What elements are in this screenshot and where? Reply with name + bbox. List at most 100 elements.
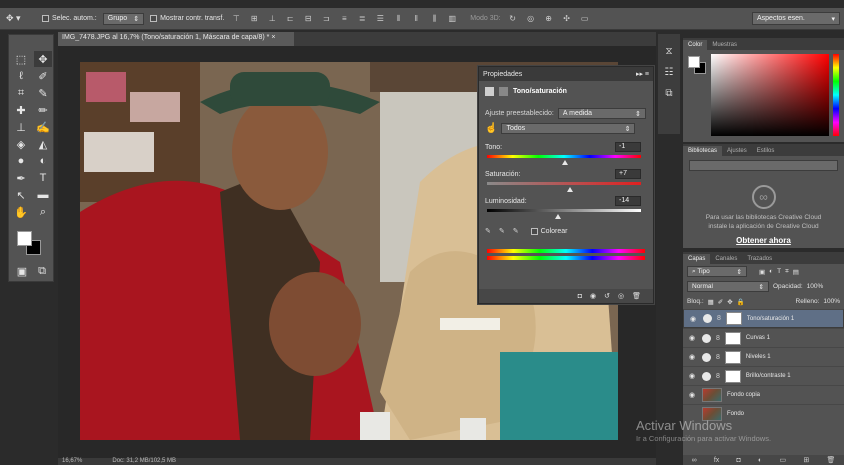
- layer-mask-thumbnail[interactable]: [724, 369, 741, 383]
- panel-menu-icon[interactable]: ▸▸ ≡: [636, 70, 649, 78]
- visibility-eye-icon[interactable]: ◉: [689, 334, 697, 342]
- quick-mask-icon[interactable]: ▣: [13, 263, 31, 279]
- lock-transparent-icon[interactable]: ▦: [708, 298, 714, 306]
- distribute-bottom-icon[interactable]: ☰: [374, 13, 386, 25]
- zoom-tool-icon[interactable]: ⌕: [34, 204, 52, 220]
- move-tool-preset-icon[interactable]: ✥ ▾: [6, 12, 36, 26]
- saturation-field[interactable]: +7: [615, 169, 641, 179]
- distribute-hcenter-icon[interactable]: ‖: [410, 13, 422, 25]
- targeted-adjustment-icon[interactable]: ☝: [485, 123, 497, 134]
- reset-icon[interactable]: ↺: [604, 292, 610, 300]
- healing-brush-tool-icon[interactable]: ✚: [12, 102, 30, 118]
- distribute-top-icon[interactable]: ≡: [338, 13, 350, 25]
- lock-all-icon[interactable]: 🔒: [737, 298, 745, 306]
- auto-align-icon[interactable]: ▥: [446, 13, 458, 25]
- fx-icon[interactable]: fx: [714, 457, 719, 464]
- slide-3d-icon[interactable]: ✣: [561, 13, 573, 25]
- tab-color[interactable]: Color: [683, 40, 708, 50]
- hue-field[interactable]: -1: [615, 142, 641, 152]
- layer-filter-select[interactable]: ⌕ Tipo ⇕: [687, 266, 747, 277]
- pen-tool-icon[interactable]: ✒: [12, 170, 30, 186]
- layer-row[interactable]: ◉ 8 Niveles 1: [683, 347, 844, 366]
- document-tab[interactable]: IMG_7478.JPG al 16,7% (Tono/saturación 1…: [58, 32, 294, 46]
- distribute-right-icon[interactable]: ⫼: [428, 13, 440, 25]
- rotate-3d-icon[interactable]: ↻: [507, 13, 519, 25]
- visibility-eye-icon[interactable]: ◉: [689, 353, 697, 361]
- filter-type-icon[interactable]: T: [777, 268, 781, 275]
- visibility-eye-icon[interactable]: ◉: [690, 315, 698, 323]
- hue-slider[interactable]: [487, 155, 641, 165]
- blend-mode-select[interactable]: Normal ⇕: [687, 281, 769, 292]
- align-top-icon[interactable]: ⊤: [230, 13, 242, 25]
- group-select[interactable]: Grupo ⇕: [102, 12, 145, 25]
- visibility-eye-icon[interactable]: ◉: [689, 372, 697, 380]
- eyedropper-tool-icon[interactable]: ✎: [34, 85, 52, 101]
- eyedropper-minus-icon[interactable]: ✎: [513, 227, 519, 235]
- layer-mask-thumbnail[interactable]: [724, 350, 741, 364]
- mask-icon[interactable]: [499, 87, 508, 96]
- delete-icon[interactable]: 🗑: [632, 292, 641, 300]
- layer-mask-thumbnail[interactable]: [725, 312, 742, 325]
- tab-libraries[interactable]: Bibliotecas: [683, 146, 723, 156]
- blur-tool-icon[interactable]: ●: [12, 153, 30, 169]
- brush-tool-icon[interactable]: ✏: [34, 102, 52, 118]
- eraser-tool-icon[interactable]: ◈: [12, 136, 30, 152]
- distribute-left-icon[interactable]: ⫴: [392, 13, 404, 25]
- layer-mask-thumbnail[interactable]: [724, 331, 741, 345]
- saturation-slider[interactable]: [487, 182, 641, 192]
- screen-mode-icon[interactable]: ⧉: [33, 263, 51, 279]
- tab-styles[interactable]: Estilos: [752, 146, 780, 156]
- marquee-tool-icon[interactable]: ⬚: [12, 51, 30, 67]
- info-icon[interactable]: ⧉: [665, 88, 672, 99]
- zoom-level[interactable]: 16,67%: [62, 458, 82, 465]
- paint-bucket-tool-icon[interactable]: ◭: [34, 136, 52, 152]
- view-previous-icon[interactable]: ◉: [590, 292, 596, 300]
- adjustment-icon[interactable]: [485, 87, 494, 96]
- type-tool-icon[interactable]: T: [34, 170, 52, 186]
- add-mask-icon[interactable]: ◘: [737, 457, 741, 464]
- channel-select[interactable]: Todos ⇕: [501, 123, 636, 134]
- roll-3d-icon[interactable]: ◎: [525, 13, 537, 25]
- path-select-tool-icon[interactable]: ↖: [12, 187, 30, 203]
- clone-stamp-tool-icon[interactable]: ⊥: [12, 119, 30, 135]
- eyedropper-plus-icon[interactable]: ✎: [499, 227, 505, 235]
- tab-paths[interactable]: Trazados: [742, 254, 777, 264]
- new-group-icon[interactable]: ▭: [779, 456, 786, 464]
- library-select[interactable]: [689, 160, 838, 171]
- hue-strip[interactable]: [833, 54, 839, 136]
- opacity-value[interactable]: 100%: [807, 283, 824, 290]
- tab-channels[interactable]: Canales: [710, 254, 742, 264]
- lightness-field[interactable]: -14: [615, 196, 641, 206]
- layer-row[interactable]: ◉ 8 Curvas 1: [683, 328, 844, 347]
- crop-tool-icon[interactable]: ⌗: [12, 85, 30, 101]
- hand-tool-icon[interactable]: ✋: [12, 204, 30, 220]
- workspace-select[interactable]: Aspectos esen. ▾: [752, 12, 840, 25]
- history-icon[interactable]: ⧖: [665, 46, 672, 57]
- drag-3d-icon[interactable]: ⊕: [543, 13, 555, 25]
- clip-to-layer-icon[interactable]: ◘: [578, 293, 582, 300]
- new-layer-icon[interactable]: ⊞: [803, 456, 809, 464]
- filter-pixel-icon[interactable]: ▣: [759, 268, 765, 276]
- layer-row[interactable]: ◉ Fondo copia: [683, 385, 844, 404]
- color-fg-swatch[interactable]: [688, 56, 700, 68]
- fill-value[interactable]: 100%: [823, 298, 840, 305]
- history-brush-tool-icon[interactable]: ✍: [34, 119, 52, 135]
- distribute-vcenter-icon[interactable]: ≣: [356, 13, 368, 25]
- quick-select-tool-icon[interactable]: ✐: [34, 68, 52, 84]
- colorize-checkbox[interactable]: Colorear: [530, 227, 567, 235]
- properties-icon[interactable]: ☷: [665, 67, 674, 78]
- tab-swatches[interactable]: Muestras: [707, 40, 742, 50]
- show-transform-checkbox[interactable]: Mostrar contr. transf.: [150, 15, 224, 22]
- filter-adjustment-icon[interactable]: ◐: [769, 268, 773, 275]
- align-vcenter-icon[interactable]: ⊞: [248, 13, 260, 25]
- foreground-color-swatch[interactable]: [17, 231, 32, 246]
- layer-row[interactable]: ◉ 8 Tono/saturación 1: [683, 309, 844, 328]
- align-right-icon[interactable]: ⊐: [320, 13, 332, 25]
- visibility-eye-icon[interactable]: ◉: [689, 391, 697, 399]
- move-tool-icon[interactable]: ✥: [34, 51, 52, 67]
- preset-select[interactable]: A medida ⇕: [557, 108, 646, 119]
- align-bottom-icon[interactable]: ⊥: [266, 13, 278, 25]
- color-swatches[interactable]: [17, 231, 47, 261]
- auto-select-checkbox[interactable]: Selec. autom.:: [42, 15, 97, 22]
- lightness-slider[interactable]: [487, 209, 641, 219]
